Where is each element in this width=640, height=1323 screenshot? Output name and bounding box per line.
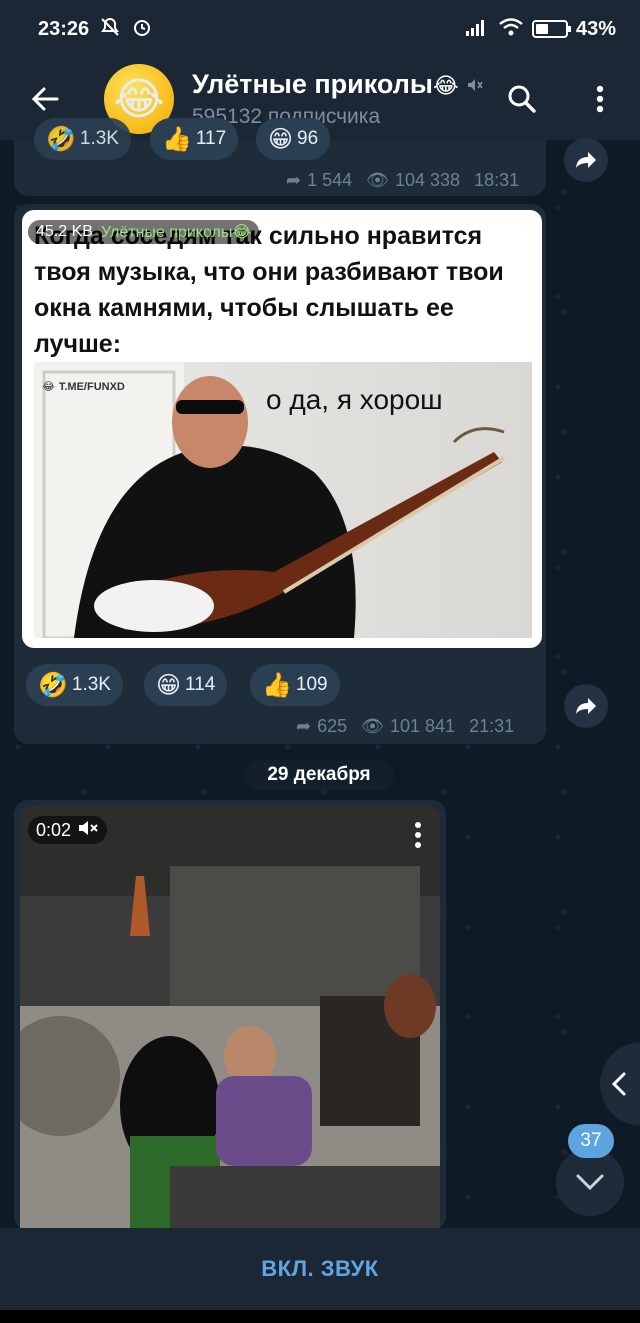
reaction-chip-thumbs-up[interactable]: 👍 109: [250, 664, 340, 706]
vertical-dots-icon: [596, 85, 604, 113]
search-icon: [508, 85, 536, 113]
reaction-chip-grin[interactable]: 😁 96: [256, 118, 331, 160]
video-player[interactable]: 0:02: [20, 806, 440, 1230]
thumbs-up-emoji-icon: 👍: [262, 671, 292, 699]
reaction-count: 114: [185, 674, 216, 695]
system-status-bar: 23:26 43%: [0, 0, 640, 58]
share-button[interactable]: [564, 684, 608, 728]
vertical-dots-icon: [415, 822, 421, 848]
view-count: 101 841: [390, 716, 456, 736]
muted-speaker-icon: [77, 819, 99, 842]
alarm-icon: [131, 16, 153, 43]
thumbs-up-emoji-icon: 👍: [162, 125, 192, 153]
forwarded-channel-name: Улётные приколы😂: [100, 224, 252, 241]
views-eye-icon: 👁: [361, 716, 384, 736]
reaction-chip-grin[interactable]: 😁 114: [144, 664, 228, 706]
watermark-emoji-icon: 😂: [42, 381, 55, 393]
unmute-button[interactable]: ВКЛ. ЗВУК: [261, 1256, 378, 1282]
video-frame: [20, 806, 440, 1230]
reaction-chip-laugh[interactable]: 🤣 1.3K: [34, 118, 131, 160]
share-arrow-icon: [576, 698, 596, 714]
reaction-chip-rofl[interactable]: 🤣 1.3K: [26, 664, 123, 706]
meme-overlay-caption: о да, я хорош: [266, 384, 443, 415]
share-arrow-icon: [576, 152, 596, 168]
wifi-icon: [498, 17, 524, 42]
reaction-chip-thumbs[interactable]: 👍 117: [150, 118, 239, 160]
reaction-count: 1.3K: [71, 674, 111, 695]
chevron-down-icon: [576, 1174, 604, 1191]
grin-emoji-icon: 😁: [268, 125, 294, 153]
system-navigation-bar: [0, 1310, 640, 1323]
do-not-disturb-icon: [99, 16, 121, 43]
channel-title: Улётные приколы😂: [192, 69, 484, 101]
signal-icon: [464, 17, 490, 42]
channel-title-block[interactable]: Улётные приколы😂 595132 подписчика: [192, 69, 484, 129]
reaction-count: 109: [295, 674, 328, 695]
video-menu-button[interactable]: [408, 818, 428, 852]
subscriber-count: 595132 подписчика: [192, 105, 381, 129]
meme-image[interactable]: Когда соседям так сильно нравится твоя м…: [22, 210, 542, 648]
laughing-emoji-icon: 😂: [113, 74, 165, 124]
forward-icon: ➦: [296, 716, 312, 736]
views-eye-icon: 👁: [366, 170, 389, 190]
message-bubble-previous[interactable]: 🤣 1.3K 👍 117 😁 96 ➦ 1 544 👁 104 338 18:31: [14, 118, 546, 196]
share-button[interactable]: [564, 138, 608, 182]
arrow-left-icon: [31, 87, 59, 111]
battery-percent: 43%: [575, 17, 616, 40]
message-time: 18:31: [474, 170, 520, 190]
meme-photo: 😂 T.ME/FUNXD о да, я хорош: [34, 362, 532, 638]
file-size-badge: 45.2 KB Улётные приколы😂: [28, 220, 260, 244]
search-button[interactable]: [492, 58, 552, 140]
more-options-button[interactable]: [570, 58, 630, 140]
message-meta: ➦ 625 👁 101 841 21:31: [296, 716, 514, 737]
message-time: 21:31: [469, 716, 515, 736]
grin-emoji-icon: 😁: [156, 671, 182, 699]
forward-count: 625: [317, 716, 348, 736]
file-size: 45.2 KB: [36, 223, 93, 240]
date-separator: 29 декабря: [244, 760, 394, 790]
scroll-to-bottom-button[interactable]: [556, 1148, 624, 1216]
video-duration-badge[interactable]: 0:02: [28, 816, 108, 844]
video-duration: 0:02: [36, 819, 72, 840]
rofl-emoji-icon: 🤣: [38, 671, 68, 699]
muted-icon: [466, 70, 484, 101]
watermark-badge: 😂 T.ME/FUNXD: [42, 380, 125, 394]
battery-icon: [531, 20, 571, 38]
forward-icon: ➦: [286, 170, 302, 190]
unread-count-badge: 37: [568, 1124, 614, 1158]
forward-count: 1 544: [307, 170, 353, 190]
view-count: 104 338: [395, 170, 461, 190]
rofl-emoji-icon: 🤣: [46, 125, 76, 153]
chevron-left-icon: [611, 1072, 626, 1096]
bottom-action-bar: ВКЛ. ЗВУК: [0, 1228, 640, 1310]
title-emoji: 😂: [432, 72, 459, 98]
status-time: 23:26: [38, 17, 90, 40]
message-meta: ➦ 1 544 👁 104 338 18:31: [286, 170, 519, 191]
